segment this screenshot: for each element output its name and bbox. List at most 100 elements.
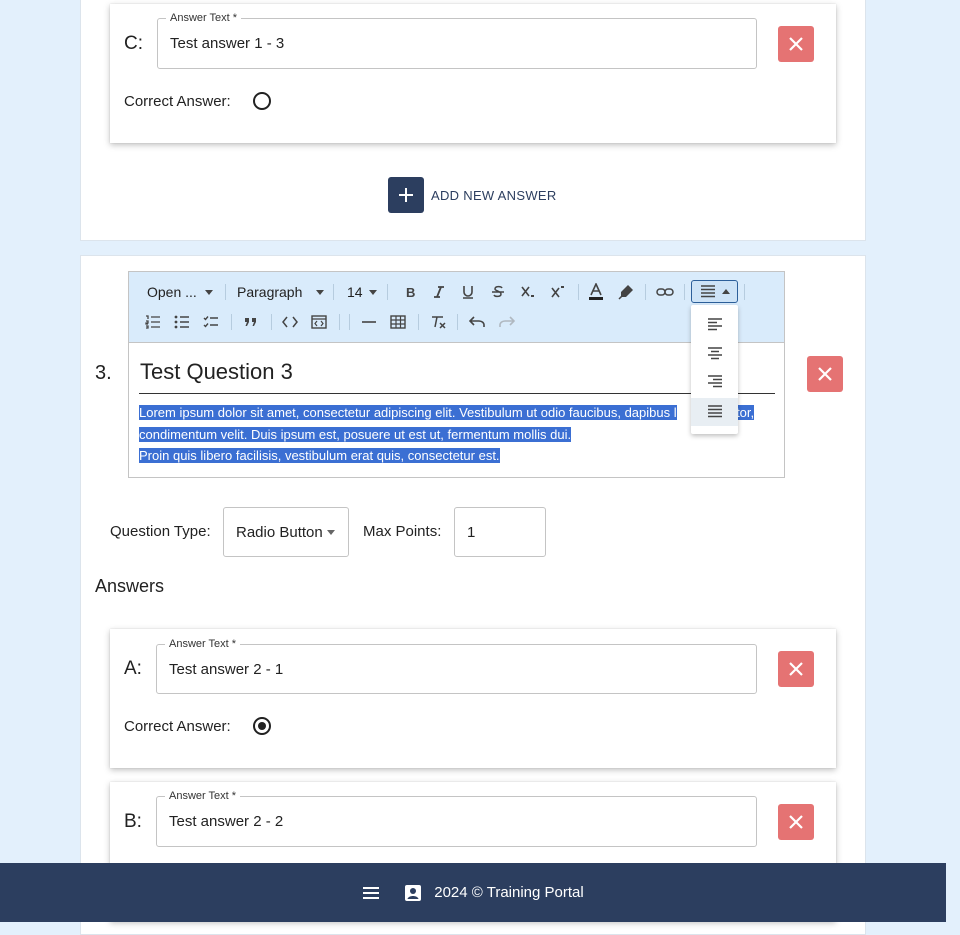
answer-card-c: C: Answer Text * Test answer 1 - 3 Corre…	[110, 4, 836, 143]
delete-answer-button[interactable]	[778, 804, 814, 840]
body-line-1: Lorem ipsum dolor sit amet, consectetur …	[139, 405, 677, 420]
delete-answer-button[interactable]	[778, 651, 814, 687]
subscript-icon	[521, 286, 534, 297]
heading-underline	[139, 393, 775, 394]
answer-text-value[interactable]: Test answer 2 - 1	[169, 645, 283, 693]
alignment-dropdown[interactable]	[691, 280, 738, 303]
answers-heading: Answers	[95, 576, 165, 596]
align-left-icon	[707, 318, 722, 331]
chevron-down-icon	[204, 289, 213, 295]
align-center-option[interactable]	[691, 340, 738, 368]
underline-button[interactable]	[456, 280, 480, 304]
code-block-button[interactable]	[307, 310, 331, 334]
font-color-button[interactable]	[584, 280, 608, 304]
editor-content[interactable]: Test Question 3 Lorem ipsum dolor sit am…	[129, 344, 784, 477]
toolbar-divider	[684, 284, 685, 300]
bulleted-list-icon	[174, 315, 189, 329]
align-left-option[interactable]	[691, 311, 738, 339]
underline-icon	[463, 286, 473, 299]
plus-icon	[388, 177, 424, 213]
align-justify-icon	[707, 405, 722, 418]
italic-icon	[434, 286, 444, 298]
code-icon	[282, 316, 298, 328]
highlight-button[interactable]	[614, 280, 638, 304]
scrollbar-track[interactable]	[946, 863, 960, 922]
numbered-list-icon	[145, 315, 160, 329]
code-button[interactable]	[278, 310, 302, 334]
toolbar-divider	[231, 314, 232, 330]
numbered-list-button[interactable]	[141, 310, 165, 334]
answer-text-value[interactable]: Test answer 1 - 3	[170, 19, 284, 68]
subscript-button[interactable]	[516, 280, 540, 304]
question-type-label: Question Type:	[110, 523, 211, 540]
todo-list-button[interactable]	[199, 310, 223, 334]
toolbar-divider	[418, 314, 419, 330]
alignment-menu	[691, 305, 738, 434]
chevron-down-icon	[368, 289, 377, 295]
answer-letter: A:	[124, 658, 142, 679]
delete-answer-button[interactable]	[778, 26, 814, 62]
redo-icon	[499, 316, 515, 327]
horizontal-line-button[interactable]	[357, 310, 381, 334]
blockquote-icon	[245, 318, 256, 326]
editor-toolbar: Open ... Paragraph 14 B	[129, 272, 784, 343]
toolbar-divider	[645, 284, 646, 300]
toolbar-divider	[339, 314, 340, 330]
toolbar-divider	[578, 284, 579, 300]
toolbar-divider	[225, 284, 226, 300]
redo-button[interactable]	[495, 310, 519, 334]
close-icon	[789, 662, 803, 676]
answer-text-field[interactable]: Answer Text * Test answer 1 - 3	[157, 12, 757, 69]
question-number: 3.	[95, 362, 112, 384]
align-justify-option[interactable]	[691, 398, 738, 426]
answer-text-value[interactable]: Test answer 2 - 2	[169, 797, 283, 846]
superscript-button[interactable]	[546, 280, 570, 304]
rich-text-editor: Open ... Paragraph 14 B Test Question 3 …	[128, 271, 785, 478]
toolbar-divider	[271, 314, 272, 330]
toolbar-divider	[744, 284, 745, 300]
heading-dropdown[interactable]: Paragraph	[229, 280, 325, 304]
toolbar-divider	[457, 314, 458, 330]
answer-text-field[interactable]: Answer Text * Test answer 2 - 1	[156, 638, 757, 694]
todo-list-icon	[203, 316, 218, 328]
bulleted-list-button[interactable]	[170, 310, 194, 334]
answer-text-field[interactable]: Answer Text * Test answer 2 - 2	[156, 790, 757, 847]
correct-answer-label: Correct Answer:	[124, 718, 231, 735]
answer-letter: C:	[124, 33, 143, 54]
remove-format-button[interactable]	[426, 310, 450, 334]
font-size-dropdown[interactable]: 14	[339, 280, 381, 304]
answer-letter: B:	[124, 811, 142, 832]
question-heading: Test Question 3	[140, 359, 293, 384]
undo-icon	[469, 316, 485, 327]
add-new-answer-label: ADD NEW ANSWER	[431, 187, 557, 203]
footer-bar: 2024 © Training Portal	[0, 863, 946, 922]
strikethrough-icon	[492, 285, 504, 298]
max-points-input[interactable]: 1	[454, 507, 546, 557]
highlight-icon	[618, 285, 633, 300]
close-icon	[789, 815, 803, 829]
toolbar-divider	[349, 314, 350, 330]
bold-button[interactable]: B	[399, 280, 423, 304]
remove-format-icon	[432, 316, 446, 329]
superscript-icon	[551, 286, 564, 298]
strikethrough-button[interactable]	[486, 280, 510, 304]
font-family-dropdown[interactable]: Open ...	[139, 280, 217, 304]
insert-table-button[interactable]	[386, 310, 410, 334]
delete-question-button[interactable]	[807, 356, 843, 392]
undo-button[interactable]	[465, 310, 489, 334]
blockquote-button[interactable]	[239, 310, 263, 334]
add-new-answer-button[interactable]: ADD NEW ANSWER	[388, 177, 557, 213]
question-type-select[interactable]: Radio Button	[223, 507, 349, 557]
bold-icon: B	[406, 285, 415, 299]
align-right-option[interactable]	[691, 368, 738, 396]
link-button[interactable]	[652, 280, 678, 304]
footer-copyright: 2024 © Training Portal	[434, 884, 584, 901]
correct-answer-radio[interactable]	[253, 92, 271, 110]
italic-button[interactable]	[427, 280, 451, 304]
correct-answer-radio[interactable]	[253, 717, 271, 735]
toolbar-divider	[387, 284, 388, 300]
align-center-icon	[707, 347, 722, 360]
body-line-3: Proin quis libero facilisis, vestibulum …	[139, 448, 500, 463]
question-body: Lorem ipsum dolor sit amet, consectetur …	[139, 402, 779, 467]
menu-icon[interactable]	[362, 886, 380, 900]
